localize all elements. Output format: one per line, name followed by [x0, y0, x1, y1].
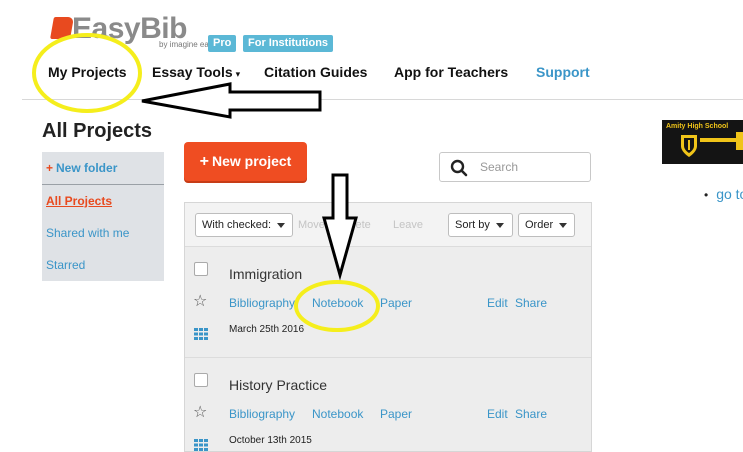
order-dropdown[interactable]: Order	[518, 213, 575, 237]
with-checked-dropdown[interactable]: With checked:	[195, 213, 293, 237]
project-date: October 13th 2015	[229, 435, 312, 446]
school-logo[interactable]: Amity High School	[662, 120, 743, 164]
chevron-down-icon	[495, 222, 504, 228]
pro-badge: Pro	[208, 35, 237, 52]
easybib-logo-icon	[50, 17, 74, 39]
sort-by-dropdown[interactable]: Sort by	[448, 213, 513, 237]
institutions-badge[interactable]: For Institutions	[243, 35, 334, 52]
school-name: Amity High School	[666, 123, 729, 130]
search-input[interactable]	[480, 158, 580, 176]
delete-action[interactable]: Delete	[339, 219, 371, 231]
projects-panel: With checked: Move Delete Leave Sort by …	[184, 202, 592, 452]
chevron-down-icon	[277, 222, 286, 228]
project-row: Immigration ☆ Bibliography Notebook Pape…	[185, 248, 591, 358]
share-link[interactable]: Share	[515, 407, 547, 421]
arrow-pointing-to-my-projects	[141, 82, 322, 119]
bibliography-link[interactable]: Bibliography	[229, 407, 295, 421]
sidebar-divider	[42, 184, 164, 185]
header-divider	[22, 99, 743, 100]
chevron-down-icon: ▾	[235, 69, 241, 79]
sidebar-item-all-projects[interactable]: All Projects	[46, 194, 112, 208]
nav-essay-tools[interactable]: Essay Tools ▾	[152, 64, 240, 80]
search-icon[interactable]	[450, 159, 468, 177]
chevron-down-icon	[559, 222, 568, 228]
nav-citation-guides[interactable]: Citation Guides	[264, 64, 367, 80]
grid-icon[interactable]	[194, 439, 208, 451]
nav-my-projects[interactable]: My Projects	[48, 64, 127, 80]
leave-action[interactable]: Leave	[393, 219, 423, 231]
edit-link[interactable]: Edit	[487, 296, 508, 310]
notebook-link[interactable]: Notebook	[312, 407, 363, 421]
bullet: •	[704, 188, 709, 202]
paper-link[interactable]: Paper	[380, 407, 412, 421]
new-project-button[interactable]: + New project	[184, 142, 307, 181]
sort-by-label: Sort by	[455, 219, 490, 231]
plus-icon: +	[199, 153, 209, 170]
order-label: Order	[525, 219, 554, 231]
project-title[interactable]: Immigration	[229, 266, 302, 282]
notebook-link[interactable]: Notebook	[312, 296, 363, 310]
project-checkbox[interactable]	[194, 262, 208, 276]
project-checkbox[interactable]	[194, 373, 208, 387]
new-project-label: New project	[211, 153, 292, 169]
go-to-link[interactable]: • go to	[704, 186, 743, 202]
new-folder-label: New folder	[56, 161, 118, 175]
star-icon[interactable]: ☆	[193, 294, 207, 310]
with-checked-label: With checked:	[202, 219, 272, 231]
grid-icon[interactable]	[194, 328, 208, 340]
new-folder-button[interactable]: + New folder	[46, 161, 117, 175]
go-to-label: go to	[716, 186, 743, 202]
bibliography-link[interactable]: Bibliography	[229, 296, 295, 310]
nav-support[interactable]: Support	[536, 64, 590, 80]
move-action[interactable]: Move	[298, 219, 325, 231]
school-crest-icon	[681, 135, 697, 157]
search-box[interactable]	[439, 152, 591, 182]
sidebar-item-starred[interactable]: Starred	[46, 258, 85, 272]
paper-link[interactable]: Paper	[380, 296, 412, 310]
share-link[interactable]: Share	[515, 296, 547, 310]
nav-app-for-teachers[interactable]: App for Teachers	[394, 64, 508, 80]
projects-toolbar: With checked: Move Delete Leave Sort by …	[185, 203, 591, 247]
sidebar-item-shared-with-me[interactable]: Shared with me	[46, 226, 129, 240]
nav-essay-tools-label: Essay Tools	[152, 64, 233, 80]
school-banner	[700, 138, 736, 142]
star-icon[interactable]: ☆	[193, 405, 207, 421]
plus-icon: +	[46, 161, 54, 175]
page-title: All Projects	[42, 120, 153, 142]
project-row: History Practice ☆ Bibliography Notebook…	[185, 359, 591, 452]
edit-link[interactable]: Edit	[487, 407, 508, 421]
project-title[interactable]: History Practice	[229, 377, 327, 393]
project-date: March 25th 2016	[229, 324, 305, 335]
school-logo-edge	[736, 132, 743, 150]
folder-sidebar: + New folder All Projects Shared with me …	[42, 152, 164, 281]
